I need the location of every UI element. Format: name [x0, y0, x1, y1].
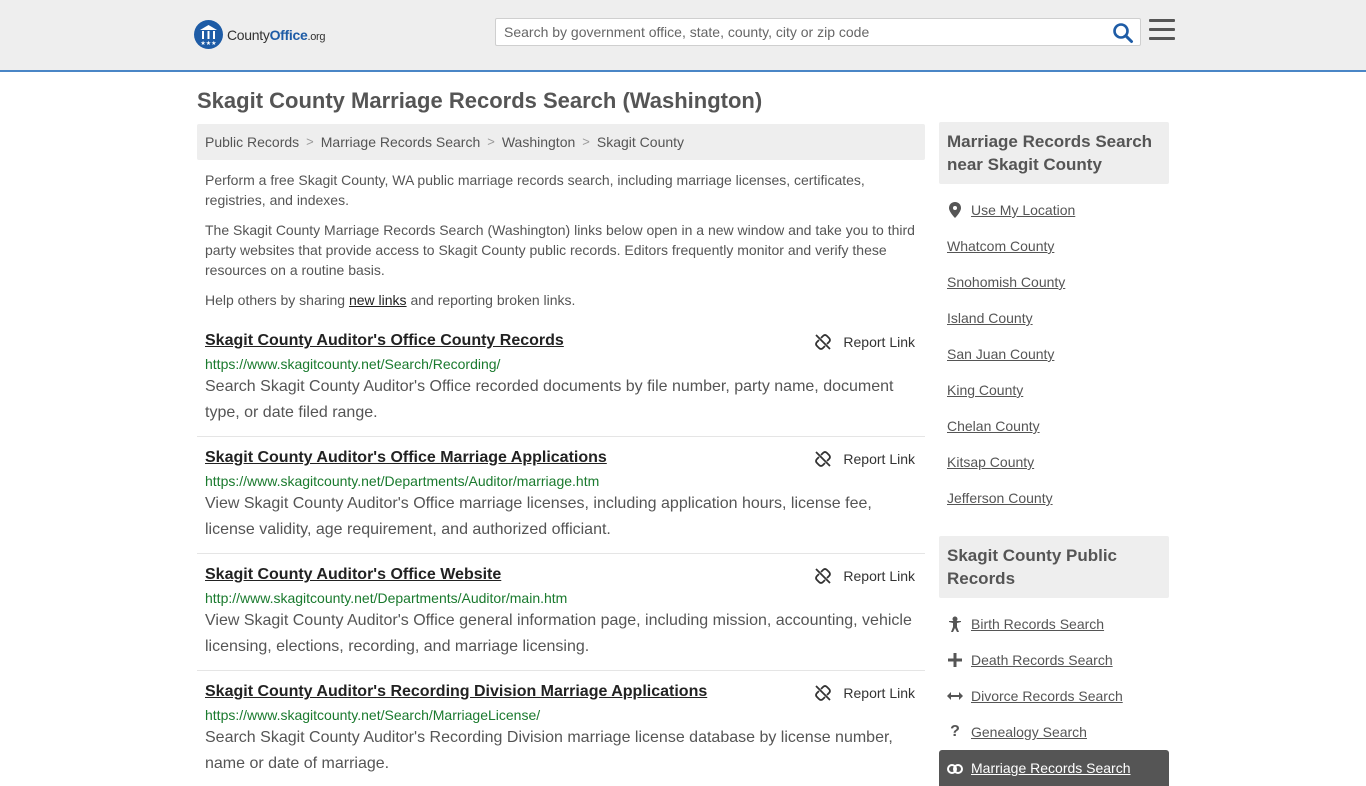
svg-text:★★★: ★★★	[200, 40, 216, 47]
breadcrumb-skagit-county[interactable]: Skagit County	[597, 134, 684, 150]
broken-link-icon	[815, 568, 832, 584]
result-url[interactable]: http://www.skagitcounty.net/Departments/…	[205, 590, 917, 606]
list-item: Birth Records Search	[939, 606, 1169, 642]
use-my-location-item: Use My Location	[947, 192, 1161, 228]
result-url[interactable]: https://www.skagitcounty.net/Search/Marr…	[205, 707, 917, 723]
marriage-records-link[interactable]: Marriage Records Search	[971, 760, 1131, 776]
report-link-button[interactable]: Report Link	[815, 334, 915, 350]
search-box	[495, 18, 1141, 46]
result-title-link[interactable]: Skagit County Auditor's Recording Divisi…	[205, 683, 917, 701]
map-pin-icon	[947, 202, 963, 218]
list-item: Divorce Records Search	[939, 678, 1169, 714]
list-item: King County	[947, 372, 1161, 408]
result-description: Search Skagit County Auditor's Office re…	[205, 378, 894, 421]
nearby-county-link[interactable]: Snohomish County	[947, 274, 1065, 290]
intro-paragraph: Perform a free Skagit County, WA public …	[205, 172, 865, 208]
result-title-link[interactable]: Skagit County Auditor's Office Website	[205, 566, 917, 584]
result-item: Skagit County Auditor's Office County Re…	[197, 326, 925, 437]
nearby-county-link[interactable]: Kitsap County	[947, 454, 1034, 470]
result-item: Skagit County Auditor's Office Marriage …	[197, 443, 925, 554]
result-description: Search Skagit County Auditor's Recording…	[205, 729, 893, 772]
logo-text: CountyOffice.org	[227, 26, 326, 43]
arrows-icon	[947, 690, 963, 702]
death-records-link[interactable]: Death Records Search	[971, 652, 1113, 668]
breadcrumb: Public Records > Marriage Records Search…	[197, 124, 925, 160]
nearby-county-link[interactable]: San Juan County	[947, 346, 1054, 362]
hamburger-menu-icon[interactable]	[1149, 19, 1175, 41]
nearby-county-link[interactable]: Island County	[947, 310, 1033, 326]
breadcrumb-separator-icon: >	[306, 134, 314, 149]
question-icon: ?	[950, 723, 960, 740]
list-item: ? Genealogy Search	[939, 714, 1169, 750]
breadcrumb-public-records[interactable]: Public Records	[205, 134, 299, 150]
genealogy-search-link[interactable]: Genealogy Search	[971, 724, 1087, 740]
page-title: Skagit County Marriage Records Search (W…	[197, 88, 763, 113]
disclaimer-paragraph: The Skagit County Marriage Records Searc…	[205, 222, 915, 278]
sidebar-nearby: Marriage Records Search near Skagit Coun…	[939, 122, 1169, 516]
sidebar-public-records: Skagit County Public Records Birth Recor…	[939, 536, 1169, 786]
result-description: View Skagit County Auditor's Office marr…	[205, 495, 872, 538]
public-records-list: Birth Records Search Death Records Searc…	[939, 598, 1169, 786]
nearby-county-link[interactable]: Chelan County	[947, 418, 1040, 434]
birth-records-link[interactable]: Birth Records Search	[971, 616, 1104, 632]
list-item: Kitsap County	[947, 444, 1161, 480]
breadcrumb-separator-icon: >	[487, 134, 495, 149]
report-link-button[interactable]: Report Link	[815, 451, 915, 467]
sidebar-nearby-title: Marriage Records Search near Skagit Coun…	[939, 122, 1169, 184]
search-input[interactable]	[496, 19, 1106, 45]
cross-icon	[947, 653, 963, 667]
logo-badge-icon: ★★★	[194, 20, 223, 49]
list-item: Chelan County	[947, 408, 1161, 444]
site-header: ★★★ CountyOffice.org	[0, 0, 1366, 72]
result-url[interactable]: https://www.skagitcounty.net/Search/Reco…	[205, 356, 917, 372]
result-description: View Skagit County Auditor's Office gene…	[205, 612, 912, 655]
breadcrumb-separator-icon: >	[582, 134, 590, 149]
broken-link-icon	[815, 334, 832, 350]
broken-link-icon	[815, 451, 832, 467]
breadcrumb-marriage-records[interactable]: Marriage Records Search	[321, 134, 481, 150]
new-links-link[interactable]: new links	[349, 292, 407, 308]
share-links-paragraph: Help others by sharing new links and rep…	[205, 292, 576, 308]
nearby-county-link[interactable]: Whatcom County	[947, 238, 1054, 254]
list-item: San Juan County	[947, 336, 1161, 372]
result-item: Skagit County Auditor's Office Website h…	[197, 560, 925, 671]
use-my-location-link[interactable]: Use My Location	[971, 202, 1075, 218]
list-item: Snohomish County	[947, 264, 1161, 300]
report-link-button[interactable]: Report Link	[815, 685, 915, 701]
list-item: Death Records Search	[939, 642, 1169, 678]
nearby-county-link[interactable]: Jefferson County	[947, 490, 1053, 506]
broken-link-icon	[815, 685, 832, 701]
result-url[interactable]: https://www.skagitcounty.net/Departments…	[205, 473, 917, 489]
result-title-link[interactable]: Skagit County Auditor's Office County Re…	[205, 332, 917, 350]
nearby-county-link[interactable]: King County	[947, 382, 1023, 398]
site-logo[interactable]: ★★★ CountyOffice.org	[194, 20, 326, 49]
result-title-link[interactable]: Skagit County Auditor's Office Marriage …	[205, 449, 917, 467]
list-item: Island County	[947, 300, 1161, 336]
sidebar-public-records-title: Skagit County Public Records	[939, 536, 1169, 598]
baby-icon	[947, 616, 963, 632]
nearby-list: Use My Location Whatcom County Snohomish…	[939, 184, 1169, 516]
breadcrumb-washington[interactable]: Washington	[502, 134, 575, 150]
report-link-button[interactable]: Report Link	[815, 568, 915, 584]
divorce-records-link[interactable]: Divorce Records Search	[971, 688, 1123, 704]
search-icon[interactable]	[1112, 22, 1134, 44]
rings-icon	[947, 762, 963, 774]
list-item: Whatcom County	[947, 228, 1161, 264]
list-item: Jefferson County	[947, 480, 1161, 516]
result-item: Skagit County Auditor's Recording Divisi…	[197, 677, 925, 772]
list-item-active: Marriage Records Search	[939, 750, 1169, 786]
